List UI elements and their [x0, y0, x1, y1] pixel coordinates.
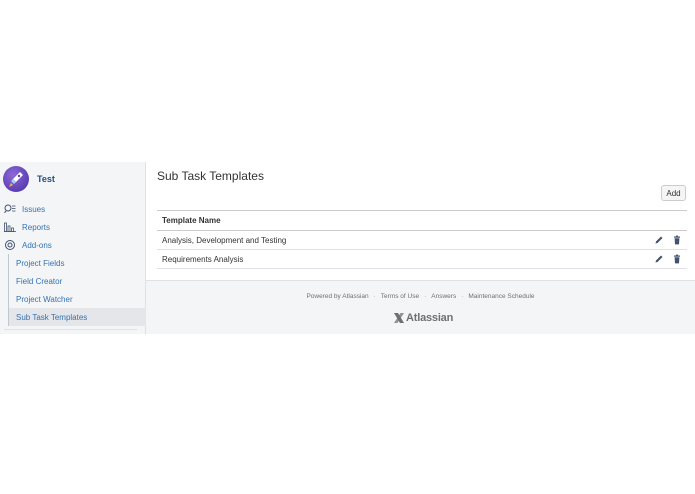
sidebar-item-label: Reports [22, 222, 51, 232]
sidebar-item-label: Add-ons [22, 240, 52, 250]
page-footer: Powered by Atlassian · Terms of Use · Answer… [146, 280, 695, 334]
footer-separator: · [461, 293, 464, 300]
column-header-actions [637, 210, 687, 231]
project-name[interactable]: Test [37, 174, 55, 184]
sidebar-item-label: Project Watcher [16, 294, 73, 304]
sidebar-item-project-watcher[interactable]: Project Watcher [8, 290, 146, 308]
sidebar-item-field-creator[interactable]: Field Creator [8, 272, 146, 290]
column-header-template-name: Template Name [157, 210, 637, 231]
sidebar-item-sub-task-templates[interactable]: Sub Task Templates [8, 308, 146, 326]
footer-link-maintenance[interactable]: Maintenance Schedule [468, 293, 534, 300]
sidebar-nav: Issues Reports Add-ons Project Fields Fi… [0, 200, 146, 326]
sidebar-item-label: Issues [22, 204, 46, 214]
add-template-button[interactable]: Add [661, 185, 686, 201]
footer-links: Powered by Atlassian · Terms of Use · Answer… [146, 293, 695, 300]
footer-separator: · [373, 293, 376, 300]
sidebar-divider [4, 329, 137, 330]
footer-separator: · [424, 293, 427, 300]
atlassian-x-icon [394, 313, 404, 323]
footer-link-powered-by[interactable]: Powered by Atlassian [306, 293, 368, 300]
table-row: Analysis, Development and Testing [157, 230, 687, 250]
app-frame: Test Issues Reports Add-ons Project Fiel… [0, 162, 695, 334]
sidebar-item-project-fields[interactable]: Project Fields [8, 254, 146, 272]
logo-text: Atlassian [406, 312, 454, 324]
table-row: Requirements Analysis [157, 249, 687, 269]
sidebar-item-reports[interactable]: Reports [0, 218, 146, 236]
delete-trash-icon[interactable] [672, 254, 682, 264]
template-name-cell: Requirements Analysis [157, 249, 637, 269]
delete-trash-icon[interactable] [672, 235, 682, 245]
main-content: Sub Task Templates Add Template Name Ana… [146, 162, 695, 280]
sidebar-item-addons[interactable]: Add-ons [0, 236, 146, 254]
addons-submenu: Project Fields Field Creator Project Wat… [8, 254, 146, 326]
footer-link-answers[interactable]: Answers [431, 293, 456, 300]
table-header-row: Template Name [157, 210, 687, 231]
template-name-cell: Analysis, Development and Testing [157, 230, 637, 250]
sidebar-item-label: Field Creator [16, 276, 63, 286]
sidebar-item-label: Project Fields [16, 258, 65, 268]
sidebar-item-label: Sub Task Templates [16, 312, 88, 322]
addons-gear-icon [4, 239, 16, 251]
project-sidebar: Test Issues Reports Add-ons Project Fiel… [0, 162, 146, 334]
edit-pencil-icon[interactable] [654, 254, 664, 264]
atlassian-logo[interactable]: Atlassian [393, 312, 453, 324]
row-actions [637, 249, 687, 269]
edit-pencil-icon[interactable] [654, 235, 664, 245]
row-actions [637, 230, 687, 250]
project-avatar [3, 166, 29, 192]
footer-link-terms[interactable]: Terms of Use [381, 293, 419, 300]
rocket-icon [9, 172, 23, 187]
issues-search-icon [4, 203, 16, 215]
sidebar-item-issues[interactable]: Issues [0, 200, 146, 218]
page-title: Sub Task Templates [157, 169, 264, 183]
templates-table: Template Name Analysis, Development and … [157, 210, 687, 269]
reports-chart-icon [4, 221, 16, 233]
project-header[interactable]: Test [3, 165, 55, 193]
